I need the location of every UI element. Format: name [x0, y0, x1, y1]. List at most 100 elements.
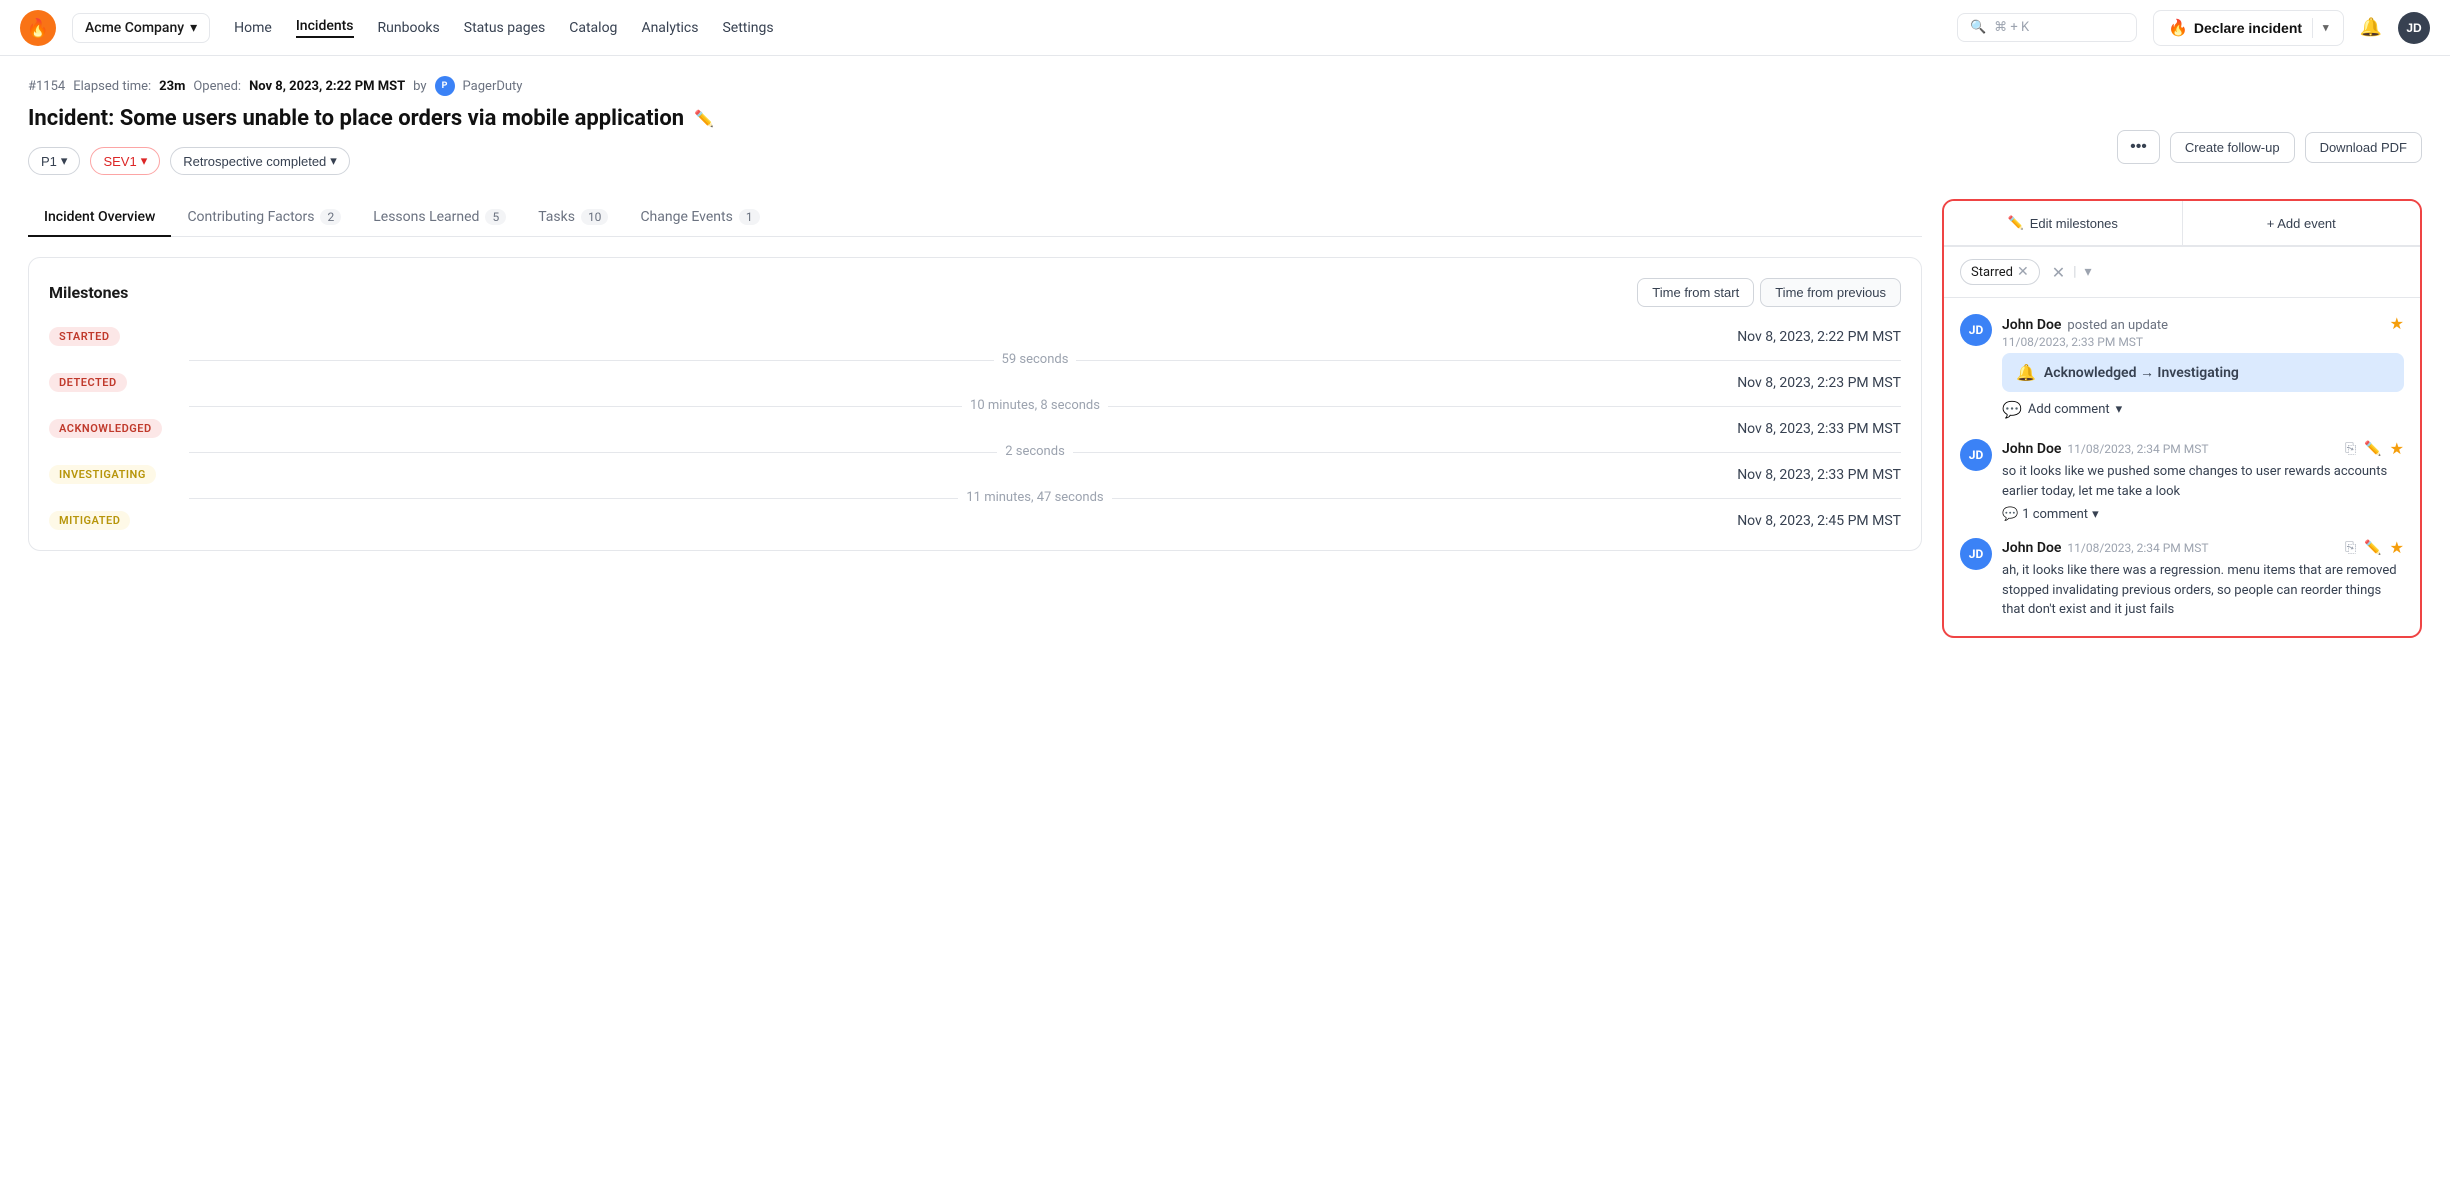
company-name: Acme Company: [85, 20, 184, 36]
filter-divider: |: [2073, 264, 2076, 280]
comment-count-row-1[interactable]: 💬 1 comment ▾: [2002, 507, 2404, 522]
search-bar[interactable]: 🔍 ⌘ + K: [1957, 13, 2137, 42]
main-layout: Incident Overview Contributing Factors 2…: [28, 199, 2422, 638]
fire-icon: 🔥: [2168, 18, 2188, 38]
nav-home[interactable]: Home: [234, 20, 272, 36]
event-time-0: 11/08/2023, 2:33 PM MST: [2002, 335, 2404, 349]
comment-caret-1: ▾: [2092, 507, 2099, 522]
company-caret-icon: ▾: [190, 20, 197, 36]
badges-row: P1 ▾ SEV1 ▾ Retrospective completed ▾: [28, 147, 2422, 175]
comment-count-1: 1 comment: [2022, 507, 2088, 522]
notifications-button[interactable]: 🔔: [2360, 17, 2382, 38]
clear-filter-icon[interactable]: ✕: [2052, 263, 2065, 282]
milestones-header: Milestones Time from start Time from pre…: [49, 278, 1901, 307]
copy-icon-2[interactable]: ⎘: [2345, 540, 2356, 556]
detected-badge: DETECTED: [49, 373, 127, 392]
declare-incident-button[interactable]: 🔥 Declare incident ▾: [2153, 10, 2344, 46]
events-list: JD John Doe posted an update ★ 11/08/202…: [1944, 298, 2420, 636]
detected-date: Nov 8, 2023, 2:23 PM MST: [189, 375, 1901, 391]
tab-contributing-factors[interactable]: Contributing Factors 2: [171, 199, 357, 237]
tabs: Incident Overview Contributing Factors 2…: [28, 199, 1922, 237]
event-name-2: John Doe: [2002, 540, 2061, 556]
contributing-factors-count: 2: [320, 209, 341, 225]
edit-milestones-button[interactable]: ✏️ Edit milestones: [1944, 201, 2183, 246]
time-from-start-button[interactable]: Time from start: [1637, 278, 1754, 307]
event-text-2: ah, it looks like there was a regression…: [2002, 561, 2404, 620]
event-top-2: John Doe 11/08/2023, 2:34 PM MST ⎘ ✏️ ★: [2002, 538, 2404, 557]
nav-links: Home Incidents Runbooks Status pages Cat…: [234, 18, 773, 38]
lessons-learned-count: 5: [485, 209, 506, 225]
add-comment-caret: ▾: [2116, 402, 2123, 417]
priority-badge[interactable]: P1 ▾: [28, 147, 80, 175]
tab-tasks[interactable]: Tasks 10: [522, 199, 624, 237]
milestones-card: Milestones Time from start Time from pre…: [28, 257, 1922, 551]
event-star-0[interactable]: ★: [2390, 314, 2404, 333]
opened-label: Opened:: [193, 79, 241, 94]
nav-catalog[interactable]: Catalog: [569, 20, 617, 36]
milestone-detected: DETECTED Nov 8, 2023, 2:23 PM MST: [49, 373, 1901, 392]
star-icon-1[interactable]: ★: [2390, 439, 2404, 458]
starred-filter-close-icon[interactable]: ✕: [2017, 264, 2029, 280]
nav-settings[interactable]: Settings: [722, 20, 773, 36]
tab-lessons-learned[interactable]: Lessons Learned 5: [357, 199, 522, 237]
create-follow-up-button[interactable]: Create follow-up: [2170, 132, 2295, 163]
incident-number: #1154: [28, 79, 65, 94]
download-pdf-button[interactable]: Download PDF: [2305, 132, 2422, 163]
tab-change-events[interactable]: Change Events 1: [624, 199, 775, 237]
severity-caret-icon: ▾: [141, 153, 148, 169]
event-top-1: John Doe 11/08/2023, 2:34 PM MST ⎘ ✏️ ★: [2002, 439, 2404, 458]
nav-status-pages[interactable]: Status pages: [464, 20, 546, 36]
acknowledged-badge: ACKNOWLEDGED: [49, 419, 162, 438]
search-icon: 🔍: [1970, 20, 1986, 35]
severity-badge[interactable]: SEV1 ▾: [90, 147, 160, 175]
nav-runbooks[interactable]: Runbooks: [378, 20, 440, 36]
declare-caret-icon: ▾: [2323, 21, 2329, 34]
started-badge: STARTED: [49, 327, 120, 346]
search-shortcut: ⌘ + K: [1994, 20, 2029, 35]
retro-status-badge[interactable]: Retrospective completed ▾: [170, 147, 350, 175]
event-time-1: 11/08/2023, 2:34 PM MST: [2067, 442, 2208, 456]
copy-icon-1[interactable]: ⎘: [2345, 441, 2356, 457]
event-avatar-0: JD: [1960, 314, 1992, 346]
filter-caret-icon[interactable]: ▾: [2085, 264, 2092, 280]
company-selector[interactable]: Acme Company ▾: [72, 13, 210, 43]
elapsed-value: 23m: [159, 79, 185, 94]
event-name-1: John Doe: [2002, 441, 2061, 457]
top-actions: ••• Create follow-up Download PDF: [2117, 130, 2422, 164]
add-event-label: + Add event: [2267, 216, 2336, 231]
incident-title-row: Incident: Some users unable to place ord…: [28, 106, 2422, 131]
event-name-0: John Doe: [2002, 317, 2061, 333]
edit-title-icon[interactable]: ✏️: [694, 109, 714, 128]
more-options-button[interactable]: •••: [2117, 130, 2160, 164]
status-transition-0: 🔔 Acknowledged → Investigating: [2002, 353, 2404, 392]
rp-filter-row: Starred ✕ ✕ | ▾: [1944, 247, 2420, 298]
declare-label: Declare incident: [2194, 20, 2302, 36]
opened-value: Nov 8, 2023, 2:22 PM MST: [249, 79, 405, 94]
incident-meta: #1154 Elapsed time: 23m Opened: Nov 8, 2…: [28, 76, 2422, 96]
mitigated-date: Nov 8, 2023, 2:45 PM MST: [189, 513, 1901, 529]
add-event-button[interactable]: + Add event: [2183, 201, 2421, 246]
edit-icon-1[interactable]: ✏️: [2364, 441, 2381, 457]
time-from-previous-button[interactable]: Time from previous: [1760, 278, 1901, 307]
investigating-badge: INVESTIGATING: [49, 465, 156, 484]
event-avatar-2: JD: [1960, 538, 1992, 570]
logo[interactable]: 🔥: [20, 10, 56, 46]
starred-filter-chip[interactable]: Starred ✕: [1960, 259, 2040, 285]
nav-incidents[interactable]: Incidents: [296, 18, 354, 38]
edit-icon-2[interactable]: ✏️: [2364, 540, 2381, 556]
star-icon-2[interactable]: ★: [2390, 538, 2404, 557]
add-comment-row[interactable]: 💬 Add comment ▾: [2002, 396, 2404, 423]
nav-analytics[interactable]: Analytics: [641, 20, 698, 36]
milestone-started: STARTED Nov 8, 2023, 2:22 PM MST: [49, 327, 1901, 346]
bell-icon: 🔔: [2360, 17, 2382, 37]
right-panel: ✏️ Edit milestones + Add event Starred ✕…: [1942, 199, 2422, 638]
priority-caret-icon: ▾: [61, 153, 68, 169]
event-entry-0: JD John Doe posted an update ★ 11/08/202…: [1960, 314, 2404, 423]
edit-icon: ✏️: [2008, 215, 2024, 231]
user-avatar[interactable]: JD: [2398, 12, 2430, 44]
tab-incident-overview[interactable]: Incident Overview: [28, 199, 171, 237]
declare-divider: [2312, 18, 2313, 38]
event-body-1: John Doe 11/08/2023, 2:34 PM MST ⎘ ✏️ ★ …: [2002, 439, 2404, 522]
event-action-0: posted an update: [2067, 318, 2168, 333]
priority-label: P1: [41, 154, 57, 169]
